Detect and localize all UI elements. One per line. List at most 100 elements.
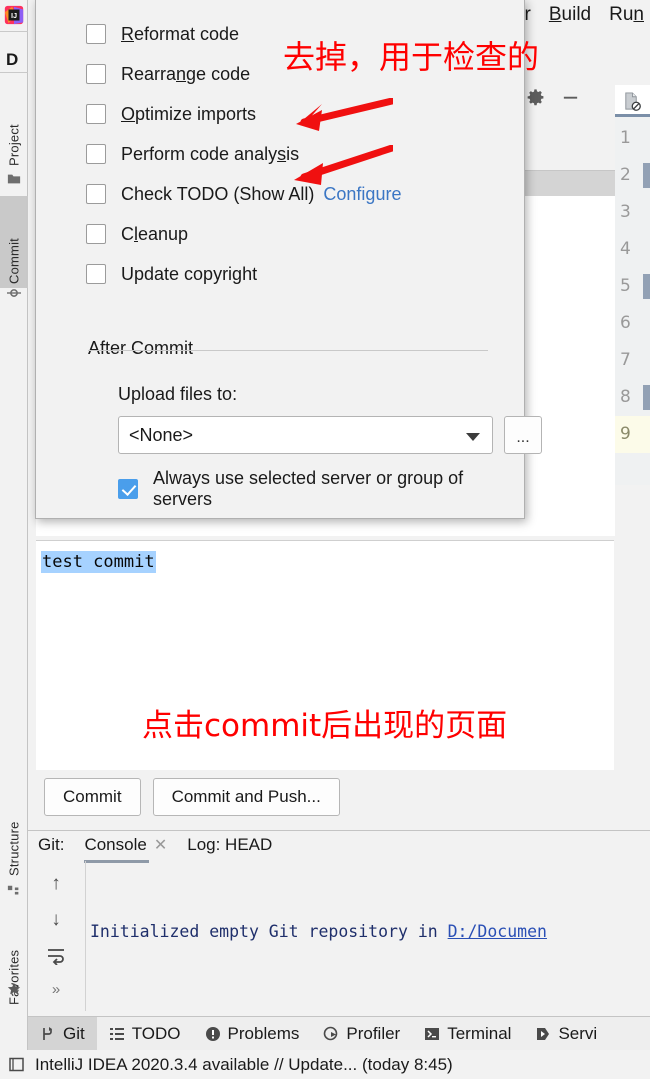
menu-item-run[interactable]: Run	[609, 4, 644, 26]
intellij-idea-window: or Build Run IJ D Project Commit	[0, 0, 650, 1079]
git-branch-icon	[43, 1026, 52, 1040]
commit-node-icon	[7, 289, 21, 297]
upload-server-select[interactable]: <None>	[118, 416, 493, 454]
sidebar-item-commit[interactable]: Commit	[0, 196, 28, 288]
git-tool-window: Git: Console ✕ Log: HEAD ↑ ↓ » Initialize…	[28, 830, 650, 1011]
structure-icon	[7, 885, 19, 895]
problems-icon	[205, 1026, 220, 1041]
bottom-tab-terminal[interactable]: Terminal	[412, 1017, 523, 1051]
annotation-arrow-lower	[294, 145, 393, 185]
bottom-tab-todo-label: TODO	[131, 1023, 181, 1043]
file-excluded-icon	[625, 92, 641, 111]
tab-log-head[interactable]: Log: HEAD	[187, 835, 272, 855]
minimize-icon[interactable]	[561, 88, 580, 107]
always-use-server-row[interactable]: Always use selected server or group of s…	[118, 468, 524, 510]
cleanup-checkbox[interactable]	[86, 224, 106, 244]
close-icon[interactable]: ✕	[154, 837, 167, 854]
gutter-change-marker	[643, 163, 650, 188]
console-line: Initialized empty Git repository in D:/D…	[90, 917, 650, 947]
soft-wrap-icon[interactable]	[46, 945, 66, 965]
checkbox-row-update-copyright[interactable]: Update copyright	[86, 254, 401, 294]
perform-code-analysis-checkbox[interactable]	[86, 144, 106, 164]
after-commit-section-title: After Commit	[88, 338, 203, 359]
editor-gutter: 1 2 3 4 5 6 7 8 9	[615, 120, 650, 453]
bottom-tool-tabs: Git TODO Problems Profiler Terminal Serv…	[28, 1016, 650, 1051]
terminal-icon	[425, 1027, 440, 1040]
rearrange-code-label: Rearrange code	[121, 63, 251, 84]
bottom-tab-todo[interactable]: TODO	[97, 1017, 193, 1051]
update-copyright-checkbox[interactable]	[86, 264, 106, 284]
gutter-line-9: 9	[615, 416, 650, 453]
bottom-tab-git[interactable]: Git	[28, 1016, 97, 1051]
gutter-line-5: 5	[615, 268, 650, 305]
checkbox-row-cleanup[interactable]: Cleanup	[86, 214, 401, 254]
intellij-idea-logo-icon: IJ	[4, 5, 24, 25]
bottom-tab-services[interactable]: Servi	[523, 1017, 609, 1051]
browse-servers-button[interactable]: ...	[504, 416, 542, 454]
optimize-imports-label: Optimize imports	[121, 103, 257, 124]
left-tool-strip: IJ D Project Commit Structure Favorites	[0, 0, 28, 1010]
gear-icon[interactable]	[526, 88, 545, 107]
editor-area: 1 2 3 4 5 6 7 8 9	[615, 85, 650, 485]
annotation-middle-red: 点击commit后出现的页面	[142, 708, 508, 744]
commit-and-push-button[interactable]: Commit and Push...	[152, 778, 340, 816]
console-text: Initialized empty Git repository in	[90, 922, 448, 941]
gutter-line-3: 3	[620, 202, 631, 222]
after-commit-section-rule	[88, 350, 488, 351]
notification-icon[interactable]	[8, 1056, 25, 1073]
reformat-code-checkbox[interactable]	[86, 24, 106, 44]
commit-button[interactable]: Commit	[44, 778, 141, 816]
strip-divider-2	[0, 72, 28, 73]
optimize-imports-checkbox[interactable]	[86, 104, 106, 124]
more-icon[interactable]: »	[46, 981, 66, 1001]
commit-button-row: Commit Commit and Push...	[44, 778, 340, 816]
gutter-change-marker	[643, 385, 650, 410]
sidebar-item-structure-label: Structure	[6, 821, 22, 876]
bottom-tab-profiler[interactable]: Profiler	[311, 1017, 412, 1051]
git-console-output[interactable]: Initialized empty Git repository in D:/D…	[90, 857, 650, 1010]
sidebar-item-structure[interactable]: Structure	[0, 770, 28, 880]
check-todo-label: Check TODO (Show All)	[121, 183, 315, 204]
tab-console-label: Console	[84, 835, 147, 854]
annotation-arrow-upper	[296, 98, 393, 131]
git-tool-window-tabs: Git: Console ✕ Log: HEAD	[38, 835, 272, 863]
folder-icon	[7, 174, 21, 184]
strip-divider-1	[0, 31, 28, 32]
sidebar-item-commit-label: Commit	[6, 238, 22, 284]
console-path-link[interactable]: D:/Documen	[448, 922, 547, 941]
svg-text:IJ: IJ	[11, 11, 17, 20]
services-icon	[537, 1027, 550, 1040]
tab-console[interactable]: Console ✕	[84, 835, 167, 863]
gutter-line-4: 4	[620, 239, 631, 259]
bottom-tab-problems[interactable]: Problems	[193, 1017, 312, 1051]
upload-server-select-value: <None>	[129, 424, 194, 445]
gutter-line-6: 6	[620, 313, 631, 333]
arrow-down-icon[interactable]: ↓	[46, 909, 66, 930]
upload-files-to-label: Upload files to:	[118, 384, 238, 404]
always-use-server-label: Always use selected server or group of s…	[153, 468, 464, 509]
sidebar-item-favorites-label: Favorites	[6, 949, 22, 1005]
gutter-line-8: 8	[615, 379, 650, 416]
editor-file-tab[interactable]	[615, 85, 650, 117]
bottom-tab-profiler-label: Profiler	[346, 1023, 401, 1043]
gutter-change-marker	[643, 274, 650, 299]
rearrange-code-checkbox[interactable]	[86, 64, 106, 84]
status-bar-text[interactable]: IntelliJ IDEA 2020.3.4 available // Upda…	[35, 1055, 453, 1075]
chevron-down-icon	[466, 433, 480, 441]
bottom-tab-problems-label: Problems	[227, 1023, 300, 1043]
perform-code-analysis-label: Perform code analysis	[121, 143, 300, 164]
todo-list-icon	[109, 1027, 124, 1040]
reformat-code-label: Reformat code	[121, 23, 240, 44]
git-label: Git:	[38, 835, 65, 854]
arrow-up-icon[interactable]: ↑	[46, 873, 66, 894]
always-use-server-checkbox[interactable]	[118, 479, 138, 499]
configure-link[interactable]: Configure	[323, 184, 401, 205]
gutter-line-8-number: 8	[620, 387, 631, 407]
bottom-tab-services-label: Servi	[558, 1023, 598, 1043]
menu-item-build[interactable]: Build	[549, 4, 591, 26]
sidebar-item-project[interactable]: Project	[0, 78, 28, 170]
bottom-tab-git-label: Git	[63, 1023, 85, 1043]
commit-message-value: test commit	[41, 551, 156, 573]
update-copyright-label: Update copyright	[121, 263, 258, 284]
check-todo-checkbox[interactable]	[86, 184, 106, 204]
